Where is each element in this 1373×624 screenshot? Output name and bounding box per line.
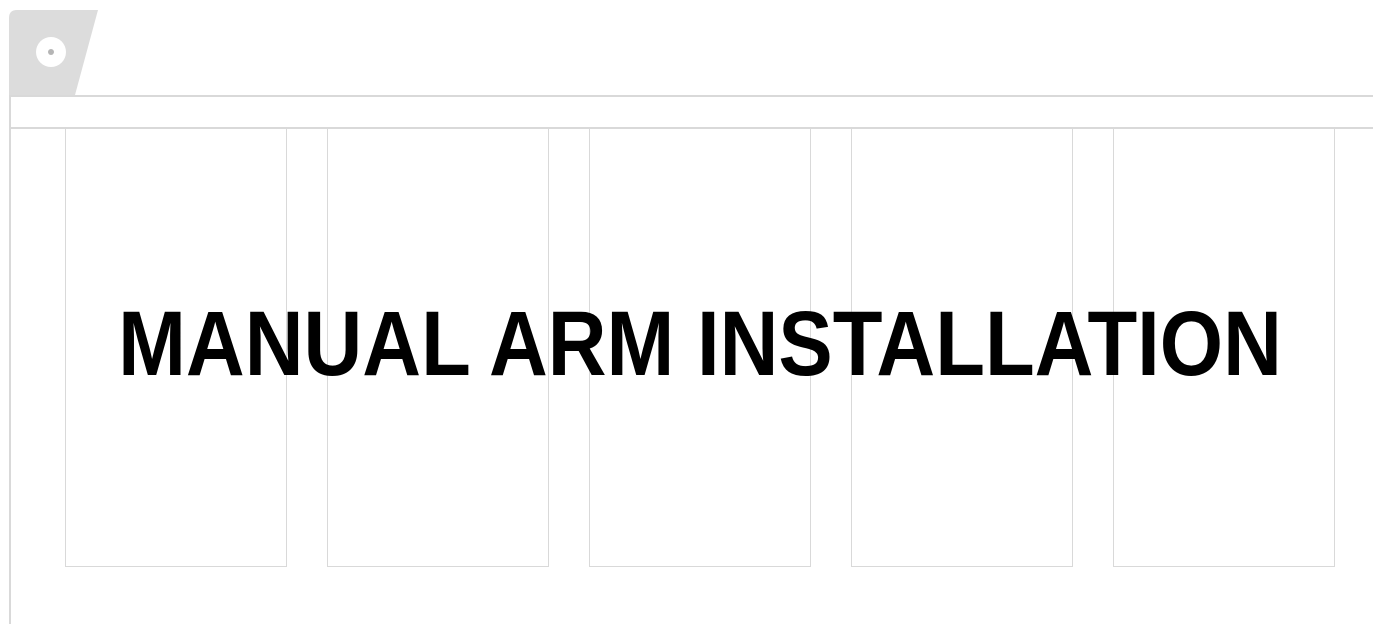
- page-title: MANUAL ARM INSTALLATION: [118, 293, 1282, 395]
- disc-icon: [36, 37, 66, 67]
- corner-tab: [9, 10, 98, 100]
- frame-left-line: [9, 95, 11, 624]
- frame-top-line: [9, 95, 1373, 97]
